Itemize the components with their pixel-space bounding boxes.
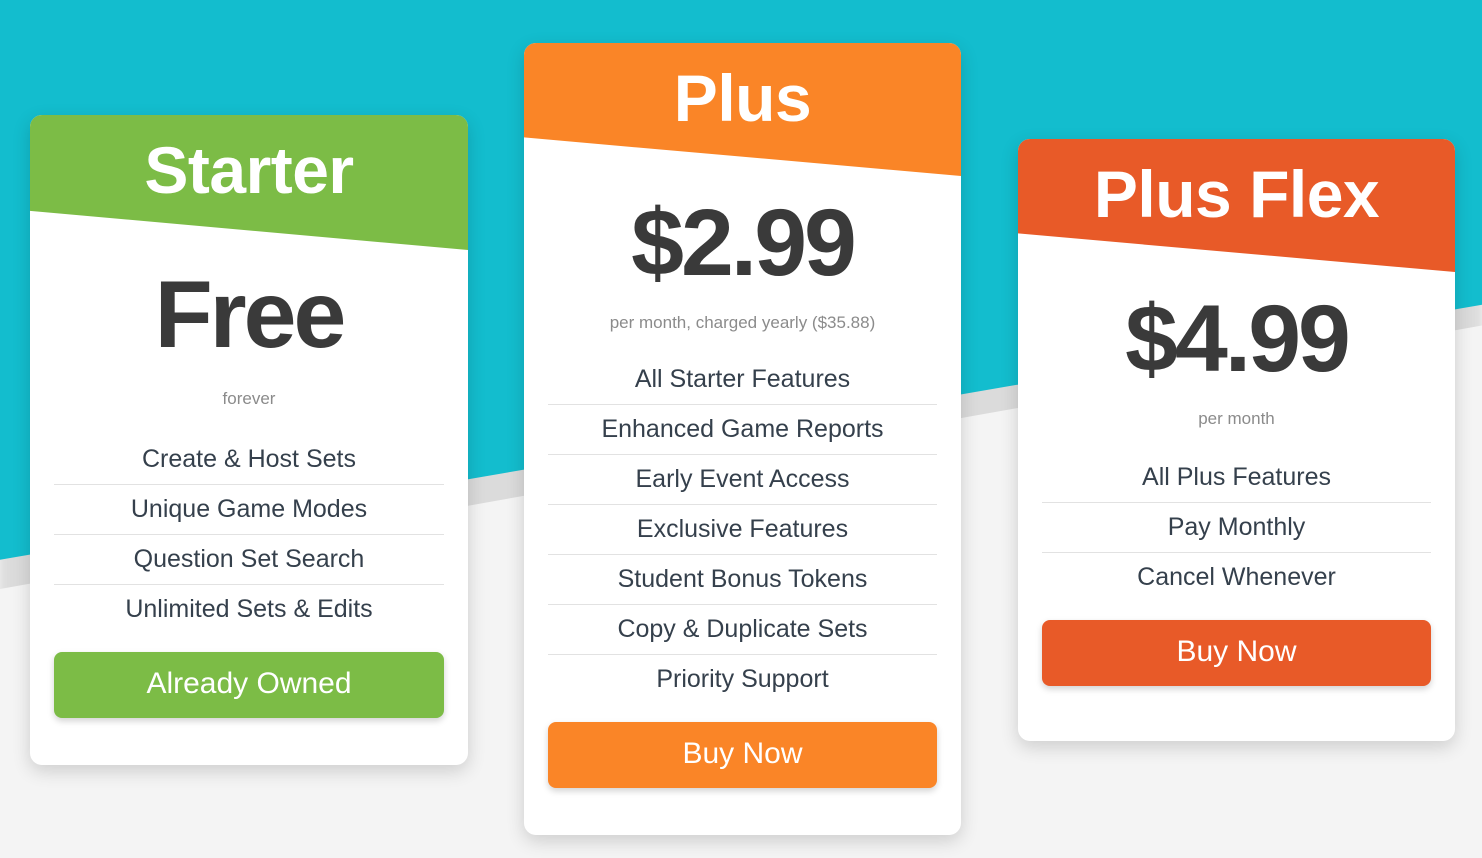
plan-price-plus: $2.99 [631,190,857,296]
list-item: Unlimited Sets & Edits [54,584,444,634]
already-owned-button[interactable]: Already Owned [54,652,444,719]
feature-list-plus: All Starter Features Enhanced Game Repor… [548,355,937,704]
card-header-starter: Starter [30,115,468,250]
list-item: All Starter Features [634,365,851,394]
list-item: Unique Game Modes [54,484,444,534]
card-header-plus-flex: Plus Flex [1018,139,1455,272]
plan-price-note-plus: per month, charged yearly ($35.88) [609,313,876,332]
card-header-plus: Plus [524,43,961,176]
card-body-plus: $2.99 per month, charged yearly ($35.88)… [524,176,961,810]
list-item: Cancel Whenever [1042,552,1431,602]
pricing-card-plus-flex: Plus Flex $4.99 per month All Plus Featu… [1018,139,1455,741]
list-item: Enhanced Game Reports [548,404,937,454]
buy-now-button-plus-flex[interactable]: Buy Now [1042,620,1431,687]
plan-price-plus-flex: $4.99 [1125,286,1351,392]
list-item: Early Event Access [548,454,937,504]
plan-price-note-plus-flex: per month [1198,409,1275,428]
list-item: All Plus Features [1142,463,1331,492]
list-item: Exclusive Features [548,504,937,554]
pricing-page: Starter Free forever Create & Host Sets … [0,0,1482,858]
plan-price-note-starter: forever [222,389,276,408]
card-body-plus-flex: $4.99 per month All Plus Features Pay Mo… [1018,272,1455,708]
feature-list-starter: Create & Host Sets Unique Game Modes Que… [54,435,444,634]
list-item: Copy & Duplicate Sets [548,604,937,654]
list-item: Create & Host Sets [142,445,356,474]
buy-now-button-plus[interactable]: Buy Now [548,722,937,789]
list-item: Priority Support [548,654,937,704]
list-item: Question Set Search [54,534,444,584]
list-item: Student Bonus Tokens [548,554,937,604]
plan-name-plus: Plus [673,61,812,135]
card-body-starter: Free forever Create & Host Sets Unique G… [30,250,468,740]
plan-name-starter: Starter [144,133,354,207]
feature-list-plus-flex: All Plus Features Pay Monthly Cancel Whe… [1042,453,1431,602]
pricing-card-starter: Starter Free forever Create & Host Sets … [30,115,468,765]
plan-price-starter: Free [154,262,347,368]
list-item: Pay Monthly [1042,502,1431,552]
plan-name-plus-flex: Plus Flex [1093,157,1380,231]
pricing-card-plus: Plus $2.99 per month, charged yearly ($3… [524,43,961,835]
